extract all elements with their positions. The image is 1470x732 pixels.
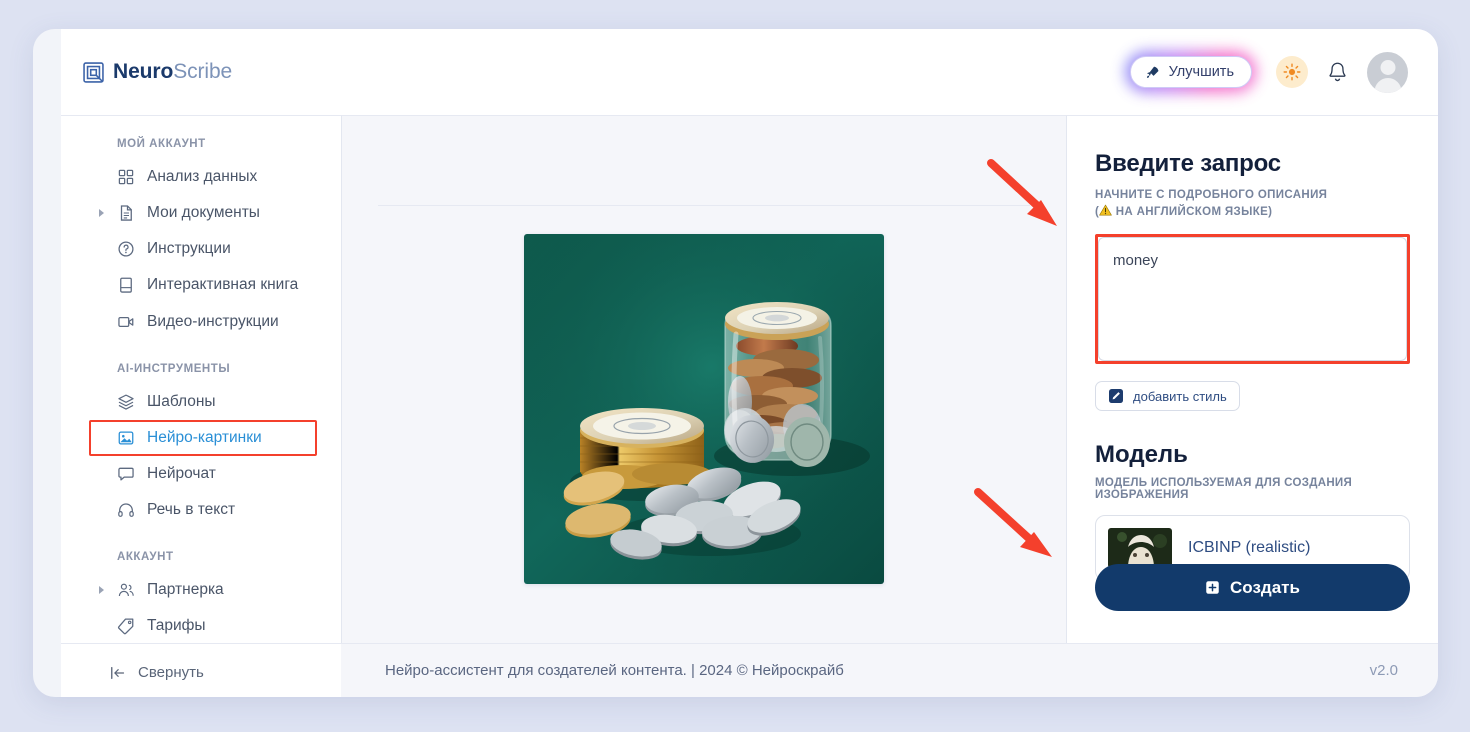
question-circle-icon — [118, 241, 134, 257]
sidebar-item-instructions[interactable]: Инструкции — [61, 231, 341, 267]
sidebar-item-data-analysis[interactable]: Анализ данных — [61, 159, 341, 195]
improve-button-label: Улучшить — [1168, 64, 1234, 80]
improve-button-wrapper: Улучшить — [1124, 51, 1257, 93]
sidebar-group-label: МОЙ АККАУНТ — [117, 138, 206, 150]
app-window: NeuroScribe Улучшить МОЙ АККАУНТ Анализ … — [33, 29, 1438, 697]
sidebar-item-label: Партнерка — [147, 581, 224, 599]
prompt-subtitle-line2: НА АНГЛИЙСКОМ ЯЗЫКЕ) — [1115, 205, 1273, 218]
sidebar-item-interactive-book[interactable]: Интерактивная книга — [61, 267, 341, 303]
warning-triangle-icon — [1099, 204, 1112, 216]
sidebar-item-neurochat[interactable]: Нейрочат — [61, 456, 341, 492]
sidebar-item-label: Интерактивная книга — [147, 276, 299, 294]
coins-photo-illustration — [524, 234, 884, 584]
sun-icon — [1283, 63, 1301, 81]
chat-bubble-icon — [118, 467, 134, 481]
prompt-panel-title: Введите запрос — [1095, 150, 1281, 177]
sidebar-item-label: Видео-инструкции — [147, 312, 279, 330]
theme-toggle-button[interactable] — [1276, 56, 1308, 88]
prompt-subtitle-line1: НАЧНИТЕ С ПОДРОБНОГО ОПИСАНИЯ — [1095, 189, 1328, 201]
prompt-highlight-box — [1095, 234, 1410, 365]
headphones-icon — [118, 503, 134, 518]
prompt-panel: Введите запрос НАЧНИТЕ С ПОДРОБНОГО ОПИС… — [1066, 115, 1438, 643]
notifications-button[interactable] — [1327, 61, 1348, 84]
brand-text: NeuroScribe — [113, 60, 232, 84]
sidebar-group-label: АККАУНТ — [117, 551, 174, 564]
model-section-title: Модель — [1095, 441, 1188, 469]
user-avatar[interactable] — [1367, 51, 1408, 93]
app-header: NeuroScribe Улучшить — [61, 29, 1438, 115]
sidebar-item-my-documents[interactable]: Мои документы — [61, 195, 341, 231]
brand-name-strong: Neuro — [113, 60, 174, 83]
chevron-right-icon — [99, 209, 104, 218]
sidebar-item-label: Шаблоны — [147, 392, 216, 410]
generated-image[interactable] — [524, 234, 884, 584]
create-button-label: Создать — [1230, 577, 1300, 597]
sidebar-item-label: Анализ данных — [147, 168, 258, 185]
sidebar-item-video-instructions[interactable]: Видео-инструкции — [61, 304, 341, 340]
model-preview-thumbnail — [1108, 528, 1172, 569]
brand-name-light: Scribe — [173, 60, 233, 83]
brand-logo[interactable]: NeuroScribe — [83, 60, 232, 84]
app-footer: Нейро-ассистент для создателей контента.… — [341, 643, 1438, 697]
sidebar-item-pricing[interactable]: Тарифы — [61, 608, 341, 644]
improve-button[interactable]: Улучшить — [1129, 56, 1252, 88]
rocket-icon — [1146, 66, 1158, 78]
sidebar-item-label: Тарифы — [147, 617, 206, 635]
chevron-right-icon — [99, 586, 104, 595]
collapse-left-icon — [111, 666, 125, 679]
add-style-button[interactable]: добавить стиль — [1095, 381, 1240, 412]
users-icon — [118, 583, 134, 597]
layers-icon — [118, 394, 134, 410]
plus-square-icon — [1206, 581, 1219, 594]
add-style-label: добавить стиль — [1133, 388, 1227, 404]
sidebar-footer: Свернуть — [61, 643, 341, 697]
sidebar-item-label: Нейрочат — [147, 464, 216, 482]
sidebar-nav: МОЙ АККАУНТ Анализ данных Мои документы … — [61, 116, 341, 645]
sidebar-group-ai-tools: AI-ИНСТРУМЕНТЫ Шаблоны Нейро-картинки Не… — [61, 363, 341, 529]
grid-squares-icon — [118, 169, 134, 185]
sidebar-group-my-account: МОЙ АККАУНТ Анализ данных Мои документы … — [61, 138, 341, 340]
sidebar-item-speech-to-text[interactable]: Речь в текст — [61, 492, 341, 528]
tag-icon — [118, 618, 134, 635]
prompt-panel-subtitle: НАЧНИТЕ С ПОДРОБНОГО ОПИСАНИЯ ( НА АНГЛИ… — [1095, 187, 1410, 220]
sidebar-item-templates[interactable]: Шаблоны — [61, 384, 341, 420]
model-name: ICBINP (realistic) — [1188, 539, 1311, 557]
sidebar-item-label: Речь в текст — [147, 501, 236, 519]
prompt-input[interactable] — [1098, 237, 1407, 362]
bell-icon — [1329, 62, 1346, 81]
footer-text: Нейро-ассистент для создателей контента.… — [385, 662, 844, 679]
sidebar-group-label: AI-ИНСТРУМЕНТЫ — [117, 362, 231, 375]
sidebar-item-label: Инструкции — [147, 240, 231, 258]
edit-square-icon — [1109, 389, 1123, 404]
sidebar-item-partner-program[interactable]: Партнерка — [61, 572, 341, 608]
sidebar-item-label: Мои документы — [147, 204, 260, 222]
model-section-subtitle: МОДЕЛЬ ИСПОЛЬЗУЕМАЯ ДЛЯ СОЗДАНИЯ ИЗОБРАЖ… — [1095, 477, 1353, 502]
create-button[interactable]: Создать — [1095, 564, 1410, 611]
sidebar-group-account: АККАУНТ Партнерка Тарифы — [61, 551, 341, 644]
screenshot-root: NeuroScribe Улучшить МОЙ АККАУНТ Анализ … — [0, 0, 1470, 732]
footer-version: v2.0 — [1369, 662, 1398, 679]
book-icon — [120, 278, 132, 294]
sidebar-item-neuro-images[interactable]: Нейро-картинки — [89, 419, 317, 456]
collapse-label: Свернуть — [138, 664, 204, 681]
video-camera-icon — [118, 316, 134, 327]
image-icon — [118, 431, 134, 445]
sidebar-item-label: Нейро-картинки — [147, 428, 262, 446]
document-icon — [120, 205, 132, 221]
main-content — [341, 115, 1066, 643]
header-actions: Улучшить — [1124, 51, 1408, 93]
collapse-sidebar-button[interactable]: Свернуть — [61, 644, 341, 681]
sidebar: МОЙ АККАУНТ Анализ данных Мои документы … — [61, 115, 341, 697]
nested-square-logo-icon — [83, 61, 104, 83]
content-divider — [378, 205, 1030, 206]
